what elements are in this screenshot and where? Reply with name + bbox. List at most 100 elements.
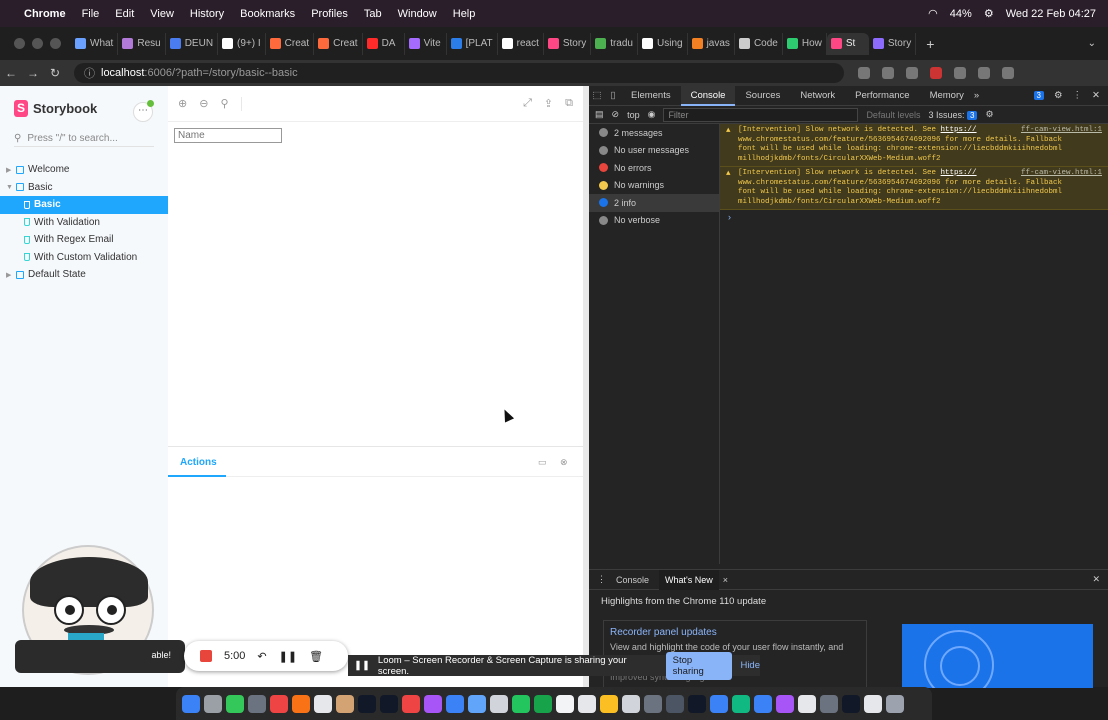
search-input[interactable]: ⚲ Press "/" to search... [14,131,154,147]
reload-icon[interactable]: ↻ [44,66,66,80]
sidebar-toggle-icon[interactable]: ▤ [595,109,604,120]
log-link[interactable]: https:// [941,169,977,177]
filter-input[interactable]: Filter [663,107,859,122]
console-filter-item[interactable]: No user messages [589,142,719,160]
dock-app-icon[interactable] [292,694,310,713]
browser-tab[interactable]: Story [544,32,592,55]
back-icon[interactable]: ← [0,66,22,80]
log-link[interactable]: https:// [941,126,977,134]
dock-app-icon[interactable] [688,694,706,713]
browser-tab[interactable]: [PLAT [447,32,498,55]
name-field[interactable] [174,128,282,143]
console-filter-item[interactable]: 2 info [589,194,719,212]
tab-sources[interactable]: Sources [735,90,790,101]
dock-app-icon[interactable] [402,694,420,713]
copy-link-icon[interactable]: ⧉ [565,97,573,110]
bookmark-star-icon[interactable] [906,67,918,79]
tab-actions[interactable]: Actions [180,457,217,468]
context-select[interactable]: top [627,110,640,120]
card-title[interactable]: Recorder panel updates [610,627,860,638]
fullscreen-icon[interactable]: ⤢ [523,97,532,110]
dock-app-icon[interactable] [270,694,288,713]
menu-file[interactable]: File [82,8,100,20]
control-center-icon[interactable]: ⚙ [984,7,994,20]
sidepanel-icon[interactable] [978,67,990,79]
dock-app-icon[interactable] [424,694,442,713]
tab-performance[interactable]: Performance [845,90,919,101]
sidebar-menu-button[interactable]: ⋯ [133,100,154,122]
dock-app-icon[interactable] [358,694,376,713]
menu-profiles[interactable]: Profiles [311,8,348,20]
tab-memory[interactable]: Memory [920,90,974,101]
clock-text[interactable]: Wed 22 Feb 04:27 [1006,8,1096,20]
issues-button[interactable]: 3 Issues: 3 [928,110,978,120]
console-filter-item[interactable]: 2 messages [589,124,719,142]
drawer-tab-console[interactable]: Console [610,575,655,585]
dock-app-icon[interactable] [380,694,398,713]
browser-tab[interactable]: Resu [118,32,166,55]
browser-tab[interactable]: react [498,32,544,55]
expand-arrow-icon[interactable]: ▶ [6,166,12,174]
loom-camera-bubble[interactable]: able! [15,640,185,673]
stop-recording-button[interactable] [200,650,212,662]
extension-icon[interactable] [930,67,942,79]
expand-arrow-icon[interactable]: ▼ [6,184,13,191]
panel-position-icon[interactable]: ▭ [538,457,548,467]
console-filter-item[interactable]: No warnings [589,177,719,195]
menu-help[interactable]: Help [453,8,476,20]
dock-app-icon[interactable] [468,694,486,713]
close-window-button[interactable] [14,38,25,49]
log-source-link[interactable]: ff-cam-view.html:1 [1021,126,1102,136]
dock-app-icon[interactable] [886,694,904,713]
tab-network[interactable]: Network [790,90,845,101]
dock-app-icon[interactable] [798,694,816,713]
menu-history[interactable]: History [190,8,224,20]
console-filter-item[interactable]: No errors [589,159,719,177]
battery-text[interactable]: 44% [950,8,972,20]
dock-app-icon[interactable] [248,694,266,713]
close-drawer-icon[interactable]: ✕ [1092,574,1100,585]
dock-app-icon[interactable] [336,694,354,713]
restart-icon[interactable]: ↶ [257,650,266,663]
more-tabs-icon[interactable]: » [974,90,979,101]
dock-app-icon[interactable] [666,694,684,713]
browser-tab[interactable]: DA [363,32,405,55]
sidebar-item[interactable]: With Custom Validation [0,249,168,267]
browser-tab[interactable]: tradu [591,32,638,55]
browser-tab[interactable]: DEUN [166,32,219,55]
browser-tab[interactable]: St [826,32,869,55]
device-toolbar-icon[interactable]: ▯ [605,90,621,101]
messages-badge[interactable]: 3 [1033,91,1044,100]
storybook-logo[interactable]: S Storybook [14,100,97,117]
dock-app-icon[interactable] [644,694,662,713]
menu-bookmarks[interactable]: Bookmarks [240,8,295,20]
menu-edit[interactable]: Edit [115,8,134,20]
menu-window[interactable]: Window [398,8,437,20]
dock-app-icon[interactable] [732,694,750,713]
expand-arrow-icon[interactable]: ▶ [6,271,12,279]
browser-tab[interactable]: Creat [314,32,363,55]
levels-select[interactable]: Default levels [866,110,920,120]
drawer-tab-whats-new[interactable]: What's New [659,569,719,590]
dock-app-icon[interactable] [754,694,772,713]
dock-app-icon[interactable] [182,694,200,713]
dock-app-icon[interactable] [534,694,552,713]
browser-tab[interactable]: Vite [405,32,447,55]
close-tab-icon[interactable]: × [723,575,728,585]
camera-icon[interactable] [858,67,870,79]
dock-app-icon[interactable] [512,694,530,713]
close-devtools-icon[interactable]: ✕ [1092,90,1100,101]
log-source-link[interactable]: ff-cam-view.html:1 [1021,169,1102,179]
dock-app-icon[interactable] [710,694,728,713]
dock-app-icon[interactable] [556,694,574,713]
console-filter-item[interactable]: No verbose [589,212,719,230]
browser-tab[interactable]: Using [638,32,688,55]
pause-icon[interactable]: ❚❚ [279,650,297,663]
dock-app-icon[interactable] [622,694,640,713]
dock-app-icon[interactable] [842,694,860,713]
tab-console[interactable]: Console [680,85,736,106]
more-options-icon[interactable]: ⋮ [1073,90,1083,101]
browser-tab[interactable]: Creat [266,32,315,55]
delete-icon[interactable]: 🗑 [309,650,323,663]
dock-app-icon[interactable] [314,694,332,713]
